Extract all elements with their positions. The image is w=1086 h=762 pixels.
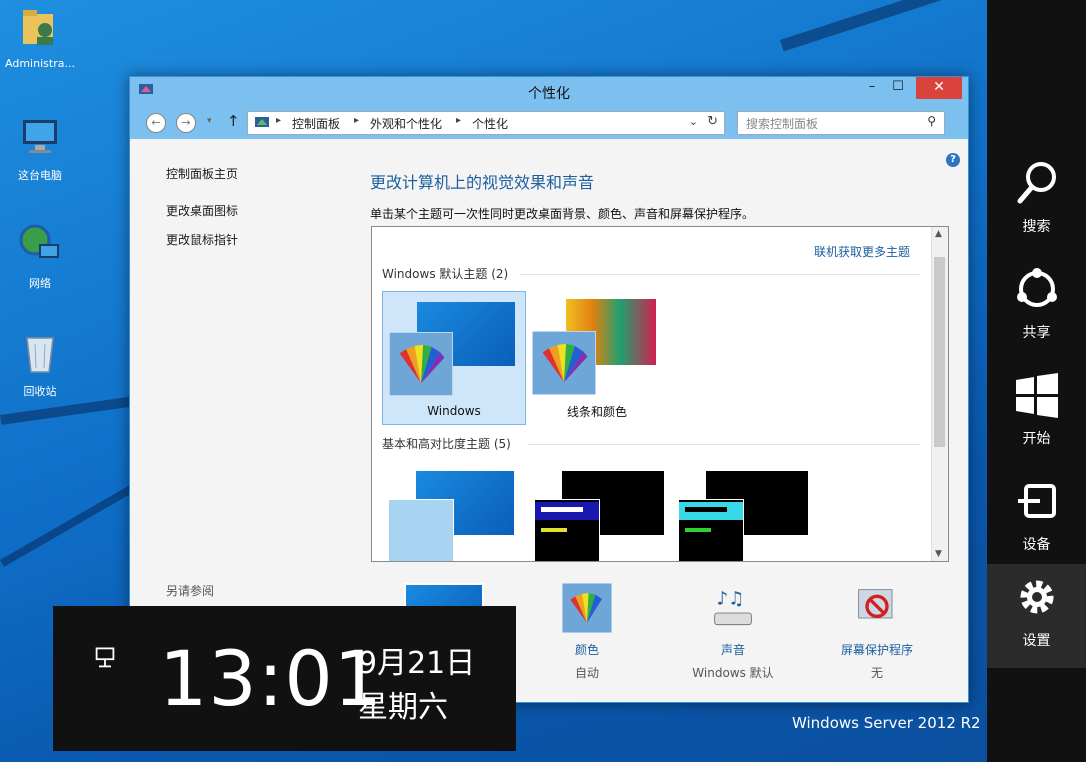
scroll-down-icon[interactable]: ▼ [935, 549, 942, 559]
theme-label: 线条和颜色 [566, 405, 627, 419]
share-icon [1016, 268, 1057, 307]
theme-label: Windows [427, 404, 481, 418]
gear-icon [1020, 580, 1053, 614]
up-button[interactable]: ↑ [227, 112, 240, 130]
chevron-down-icon[interactable]: ⌄ [689, 115, 698, 128]
page-title: 更改计算机上的视觉效果和声音 [370, 173, 595, 192]
desktop-icon-this-pc[interactable]: 这台电脑 [0, 114, 80, 183]
get-more-themes-link[interactable]: 联机获取更多主题 [814, 243, 910, 260]
color-palette-icon [389, 332, 453, 396]
maximize-button[interactable]: ☐ [884, 77, 912, 99]
breadcrumb-personalization[interactable]: 个性化 [472, 115, 508, 132]
forward-button[interactable]: → [176, 113, 196, 133]
desktop-icon-label: 回收站 [23, 385, 57, 398]
breadcrumb-control-panel[interactable]: 控制面板 [292, 115, 340, 132]
screensaver-icon [858, 589, 893, 619]
charm-search[interactable]: 搜索 [987, 150, 1086, 254]
charm-share[interactable]: 共享 [987, 256, 1086, 360]
window-title: 个性化 [528, 86, 570, 102]
charm-start[interactable]: 开始 [987, 362, 1086, 466]
link-control-panel-home[interactable]: 控制面板主页 [166, 165, 238, 182]
link-change-mouse-pointer[interactable]: 更改鼠标指针 [166, 231, 238, 248]
theme-high-contrast-2[interactable] [674, 467, 814, 561]
section-divider [520, 274, 920, 275]
sound-setting[interactable]: ♪♫ 声音 Windows 默认 [678, 589, 788, 681]
help-icon[interactable]: ? [946, 153, 960, 167]
clock-date: 9月21日 [358, 646, 476, 681]
clock-overlay: 13:01 9月21日 星期六 [53, 606, 516, 751]
desktop-wallpaper-streak [780, 0, 984, 52]
charm-settings[interactable]: 设置 [987, 564, 1086, 668]
theme-lines-and-colors[interactable]: 线条和颜色 [526, 291, 668, 423]
folder-user-icon [23, 10, 53, 45]
search-icon: ⚲ [927, 114, 936, 128]
sound-label: 声音 [720, 643, 745, 657]
navigation-bar: ← → ▾ ↑ ▸ 控制面板 ▸ 外观和个性化 ▸ 个性化 ⌄ ↻ 搜索控制面板… [130, 105, 968, 139]
windows-logo-icon [1015, 373, 1058, 418]
color-label: 颜色 [574, 643, 599, 657]
charm-label: 共享 [1022, 325, 1051, 341]
address-bar[interactable]: ▸ 控制面板 ▸ 外观和个性化 ▸ 个性化 ⌄ ↻ [247, 111, 725, 135]
screensaver-label: 屏幕保护程序 [840, 643, 913, 657]
theme-basic-1[interactable] [382, 467, 522, 561]
scroll-up-icon[interactable]: ▲ [935, 229, 942, 239]
window-titlebar[interactable]: 个性化 – ☐ ✕ [130, 77, 968, 105]
desktop-icon-label: 这台电脑 [18, 169, 62, 182]
search-placeholder: 搜索控制面板 [746, 117, 819, 131]
sound-value: Windows 默认 [692, 666, 774, 680]
charm-label: 搜索 [1022, 219, 1051, 235]
charm-label: 设置 [1022, 633, 1051, 649]
charm-devices[interactable]: 设备 [987, 468, 1086, 572]
sound-icon: ♪♫ [714, 589, 752, 626]
network-icon [95, 647, 115, 668]
desktop-icon-label: 网络 [29, 277, 51, 290]
color-palette-icon [562, 583, 612, 633]
devices-icon [1017, 484, 1056, 518]
color-palette-icon [532, 331, 596, 395]
charm-label: 设备 [1022, 537, 1051, 553]
desktop-icon-recycle-bin[interactable]: 回收站 [0, 330, 80, 399]
control-panel-icon [255, 117, 269, 127]
theme-preview-window [678, 499, 744, 561]
back-button[interactable]: ← [146, 113, 166, 133]
desktop-icon-label: Administra... [5, 57, 75, 70]
clock-time: 13:01 [159, 634, 384, 723]
refresh-icon[interactable]: ↻ [707, 114, 718, 129]
section-basic-themes: 基本和高对比度主题 (5) [382, 437, 511, 451]
search-input[interactable]: 搜索控制面板 ⚲ [737, 111, 945, 135]
theme-preview-window [534, 499, 600, 561]
svg-text:♪♫: ♪♫ [716, 589, 744, 610]
theme-preview-window [388, 499, 454, 561]
screensaver-setting[interactable]: 屏幕保护程序 无 [822, 589, 932, 681]
recent-dropdown-icon[interactable]: ▾ [207, 116, 212, 126]
see-also-heading: 另请参阅 [166, 584, 215, 598]
main-content: 更改计算机上的视觉效果和声音 单击某个主题可一次性同时更改桌面背景、颜色、声音和… [370, 169, 754, 222]
theme-list[interactable]: 联机获取更多主题 Windows 默认主题 (2) Windows 线条和颜色 … [371, 226, 949, 562]
clock-weekday: 星期六 [358, 690, 448, 725]
scrollbar-thumb[interactable] [934, 257, 945, 447]
desktop-icon-user-folder[interactable]: Administra... [0, 4, 80, 70]
breadcrumb-appearance[interactable]: 外观和个性化 [370, 115, 442, 132]
search-icon [1017, 162, 1056, 204]
theme-high-contrast-1[interactable] [530, 467, 670, 561]
desktop-icon-network[interactable]: 网络 [0, 222, 80, 291]
left-nav: 控制面板主页 更改桌面图标 更改鼠标指针 [166, 165, 238, 260]
page-description: 单击某个主题可一次性同时更改桌面背景、颜色、声音和屏幕保护程序。 [370, 207, 755, 221]
os-watermark: Windows Server 2012 R2 [792, 714, 981, 732]
color-setting[interactable]: 颜色 自动 [532, 583, 642, 681]
section-default-themes: Windows 默认主题 (2) [382, 267, 509, 281]
charm-label: 开始 [1022, 431, 1051, 447]
minimize-button[interactable]: – [858, 77, 886, 99]
computer-icon [23, 120, 57, 153]
section-divider [528, 444, 920, 445]
link-change-desktop-icons[interactable]: 更改桌面图标 [166, 202, 238, 219]
recycle-bin-icon [26, 337, 54, 373]
theme-list-scrollbar[interactable]: ▲ ▼ [931, 227, 948, 561]
network-globe-icon [19, 224, 59, 258]
color-value: 自动 [574, 666, 599, 680]
close-button[interactable]: ✕ [916, 77, 962, 99]
charms-bar: 搜索 共享 开始 设备 设置 [987, 0, 1086, 762]
screensaver-value: 无 [870, 666, 883, 680]
theme-windows[interactable]: Windows [382, 291, 526, 425]
